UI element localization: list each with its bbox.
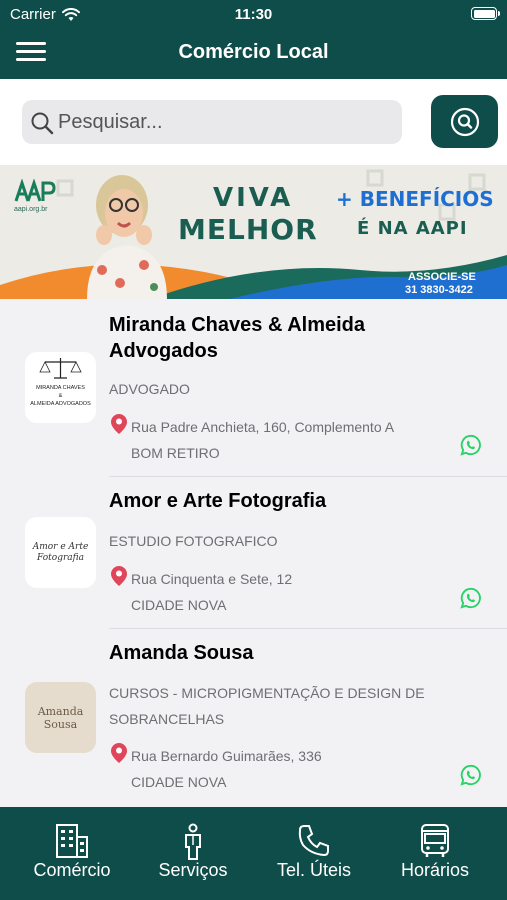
business-address: Rua Padre Anchieta, 160, Complemento A <box>131 419 395 435</box>
business-category: ADVOGADO <box>109 381 190 397</box>
list-item[interactable]: Amor e Arte Fotografia Amor e Arte Fotog… <box>0 477 507 628</box>
battery-icon <box>471 7 500 20</box>
banner-headline-1: VIVA <box>213 183 294 213</box>
tab-label: Tel. Úteis <box>276 860 352 880</box>
banner-person-image <box>87 175 167 299</box>
location-pin-icon <box>111 414 127 434</box>
whatsapp-icon[interactable] <box>460 587 482 609</box>
status-time: 11:30 <box>234 6 273 23</box>
location-pin-icon <box>111 743 127 763</box>
tab-label: Comércio <box>33 860 111 880</box>
business-logo: Amanda Sousa <box>25 682 96 753</box>
banner-phone: 31 3830-3422 <box>405 284 473 296</box>
tab-horarios[interactable]: Horários <box>372 807 498 900</box>
banner-benefits: + BENEFÍCIOS <box>336 187 494 211</box>
logo-text: MIRANDA CHAVES <box>36 385 85 391</box>
business-name: Miranda Chaves & Almeida Advogados <box>109 314 366 362</box>
search-icon <box>450 107 479 136</box>
bus-icon <box>421 824 449 857</box>
logo-text: Amanda <box>37 704 84 718</box>
tab-label: Horários <box>400 860 470 880</box>
business-address: Rua Bernardo Guimarães, 336 <box>131 748 322 764</box>
banner-logo-url: aapi.org.br <box>14 206 48 213</box>
tab-tel-uteis[interactable]: Tel. Úteis <box>251 807 377 900</box>
list-item[interactable]: MIRANDA CHAVES & ALMEIDA ADVOGADOS Miran… <box>0 300 507 476</box>
logo-text: Sousa <box>43 717 78 731</box>
banner-cta: ASSOCIE-SE <box>408 271 476 283</box>
list-item[interactable]: Amanda Sousa Amanda Sousa CURSOS - MICRO… <box>0 629 507 807</box>
whatsapp-icon[interactable] <box>460 434 482 456</box>
business-logo: Amor e Arte Fotografia <box>25 517 96 588</box>
whatsapp-icon[interactable] <box>460 764 482 786</box>
search-area <box>0 79 507 165</box>
page-title: Comércio Local <box>178 41 329 63</box>
banner-tagline: É NA AAPI <box>357 218 468 239</box>
tab-comercio[interactable]: Comércio <box>9 807 135 900</box>
business-list: MIRANDA CHAVES & ALMEIDA ADVOGADOS Miran… <box>0 300 507 807</box>
bottom-tab-bar: Comércio Serviços Tel. Úteis Horários <box>0 807 507 900</box>
search-button[interactable] <box>431 95 498 148</box>
banner-headline-2: MELHOR <box>178 213 318 246</box>
business-neighborhood: BOM RETIRO <box>131 445 220 461</box>
top-bar: Carrier 11:30 Comércio Local <box>0 0 507 79</box>
business-category: ESTUDIO FOTOGRAFICO <box>109 533 278 549</box>
business-address: Rua Cinquenta e Sete, 12 <box>131 571 293 587</box>
aapi-logo <box>14 179 56 202</box>
building-icon <box>56 824 88 858</box>
business-neighborhood: CIDADE NOVA <box>131 774 227 790</box>
logo-text: ALMEIDA ADVOGADOS <box>30 401 91 407</box>
business-logo: MIRANDA CHAVES & ALMEIDA ADVOGADOS <box>25 352 96 423</box>
logo-text: Fotografia <box>36 552 84 563</box>
status-bar: Carrier 11:30 <box>0 0 507 30</box>
promo-banner[interactable]: aapi.org.br VIVA MELHOR + BENEFÍCIOS É N… <box>0 165 507 299</box>
business-neighborhood: CIDADE NOVA <box>131 597 227 613</box>
tab-servicos[interactable]: Serviços <box>130 807 256 900</box>
search-input[interactable] <box>58 100 388 144</box>
phone-icon <box>298 825 329 857</box>
tab-label: Serviços <box>158 860 228 880</box>
person-icon <box>185 823 201 860</box>
location-pin-icon <box>111 566 127 586</box>
business-category: CURSOS - MICROPIGMENTAÇÃO E DESIGN DE SO… <box>109 685 425 727</box>
logo-text: & <box>58 393 63 399</box>
search-field[interactable] <box>22 100 402 144</box>
logo-text: Amor e Arte <box>32 541 89 552</box>
business-name: Amanda Sousa <box>109 642 254 664</box>
business-name: Amor e Arte Fotografia <box>109 490 327 512</box>
search-icon <box>31 112 54 135</box>
